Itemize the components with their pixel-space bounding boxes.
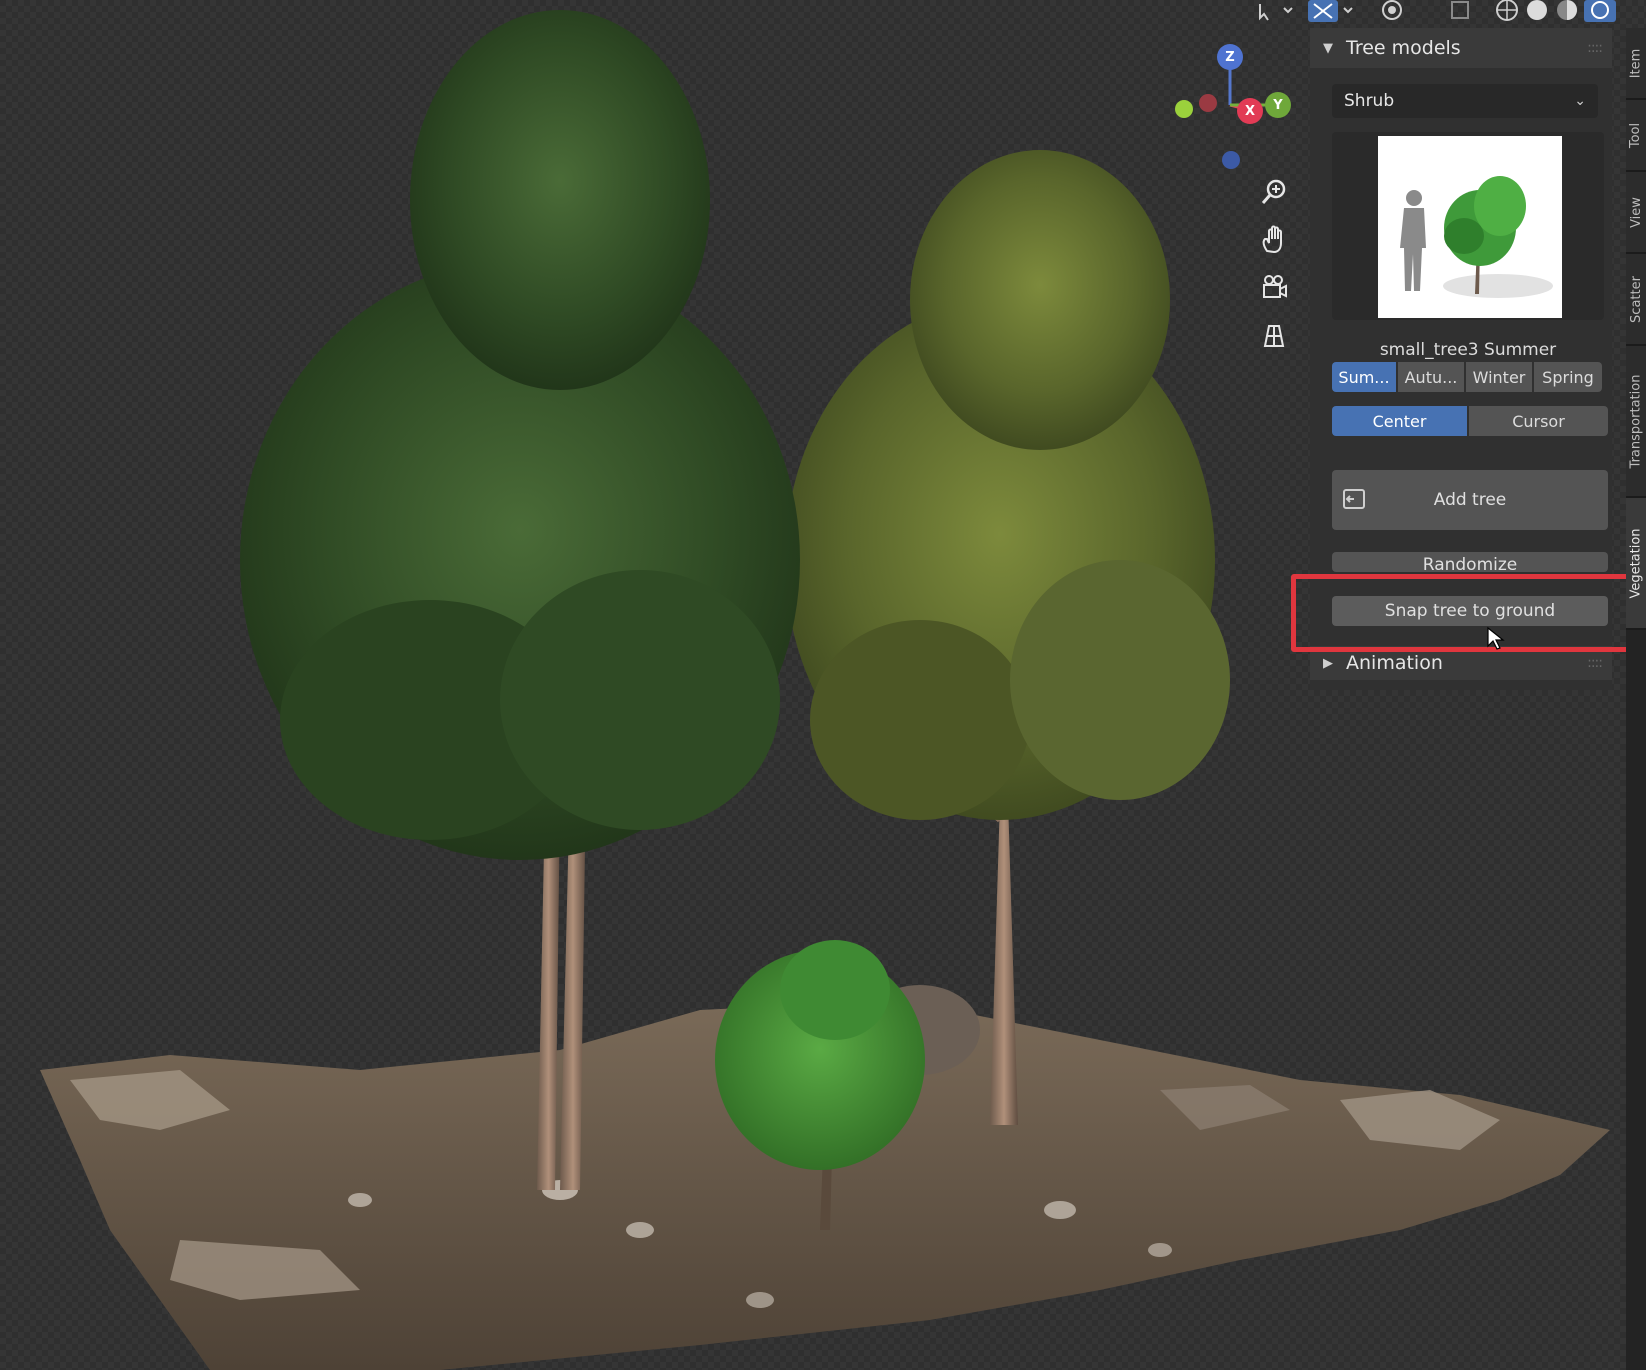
season-winter-button[interactable]: Winter xyxy=(1466,362,1532,392)
randomize-label: Randomize xyxy=(1422,555,1518,572)
model-name-label: small_tree3 Summer xyxy=(1379,340,1557,360)
wireframe-shading-icon[interactable] xyxy=(1492,0,1522,22)
season-selector: Sum... Autu... Winter Spring xyxy=(1332,362,1602,392)
overlay-icon[interactable] xyxy=(1376,0,1424,22)
pan-hand-icon[interactable] xyxy=(1256,222,1292,258)
select-tool-icon[interactable] xyxy=(1250,0,1298,22)
tab-scatter[interactable]: Scatter xyxy=(1626,254,1646,346)
add-tree-label: Add tree xyxy=(1433,490,1507,510)
animation-title: Animation xyxy=(1346,652,1443,674)
chevron-down-icon: ⌄ xyxy=(1574,93,1586,109)
highlight-box xyxy=(1291,574,1634,652)
season-summer-button[interactable]: Sum... xyxy=(1332,362,1396,392)
expand-triangle-icon: ▶ xyxy=(1323,655,1333,671)
gizmo-neg-z-axis[interactable] xyxy=(1222,151,1240,169)
randomize-button[interactable]: Randomize xyxy=(1332,552,1608,572)
add-tree-button[interactable]: Add tree xyxy=(1332,470,1608,530)
category-dropdown[interactable]: Shrub ⌄ xyxy=(1332,84,1598,118)
tab-vegetation[interactable]: Vegetation xyxy=(1626,498,1646,630)
tab-transportation[interactable]: Transportation xyxy=(1626,346,1646,498)
sidebar-tabs: Item Tool View Scatter Transportation Ve… xyxy=(1626,28,1646,1370)
season-autumn-button[interactable]: Autu... xyxy=(1398,362,1464,392)
perspective-grid-icon[interactable] xyxy=(1256,318,1292,354)
mouse-cursor-icon xyxy=(1486,626,1506,656)
gizmo-y-axis[interactable]: Y xyxy=(1265,92,1291,118)
tab-view[interactable]: View xyxy=(1626,172,1646,254)
xray-icon[interactable] xyxy=(1446,0,1476,22)
category-value: Shrub xyxy=(1344,91,1395,111)
tab-tool[interactable]: Tool xyxy=(1626,100,1646,172)
zoom-icon[interactable] xyxy=(1256,174,1292,210)
camera-icon[interactable] xyxy=(1256,270,1292,306)
tab-item[interactable]: Item xyxy=(1626,28,1646,100)
navigation-gizmo[interactable]: Z X Y xyxy=(1165,40,1305,180)
collapse-triangle-icon: ▼ xyxy=(1323,40,1333,56)
gizmo-z-axis[interactable]: Z xyxy=(1217,44,1243,70)
tree-models-header[interactable]: ▼ Tree models :::: xyxy=(1310,28,1612,68)
rendered-shading-icon[interactable] xyxy=(1584,0,1616,22)
season-spring-button[interactable]: Spring xyxy=(1534,362,1602,392)
transform-gizmo-icon[interactable] xyxy=(1306,0,1362,22)
drag-grip-icon[interactable]: :::: xyxy=(1587,40,1603,56)
placement-selector: Center Cursor xyxy=(1332,406,1608,436)
solid-shading-icon[interactable] xyxy=(1522,0,1552,22)
tree-preview-thumbnail[interactable] xyxy=(1378,136,1562,318)
human-silhouette xyxy=(1400,190,1426,291)
add-tree-icon xyxy=(1342,488,1368,517)
tree-models-title: Tree models xyxy=(1346,37,1461,59)
placement-center-button[interactable]: Center xyxy=(1332,406,1467,436)
gizmo-x-axis[interactable]: X xyxy=(1237,98,1263,124)
gizmo-neg-y-axis[interactable] xyxy=(1175,100,1193,118)
material-shading-icon[interactable] xyxy=(1552,0,1582,22)
drag-grip-icon[interactable]: :::: xyxy=(1587,655,1603,671)
placement-cursor-button[interactable]: Cursor xyxy=(1469,406,1608,436)
gizmo-neg-x-axis[interactable] xyxy=(1199,94,1217,112)
